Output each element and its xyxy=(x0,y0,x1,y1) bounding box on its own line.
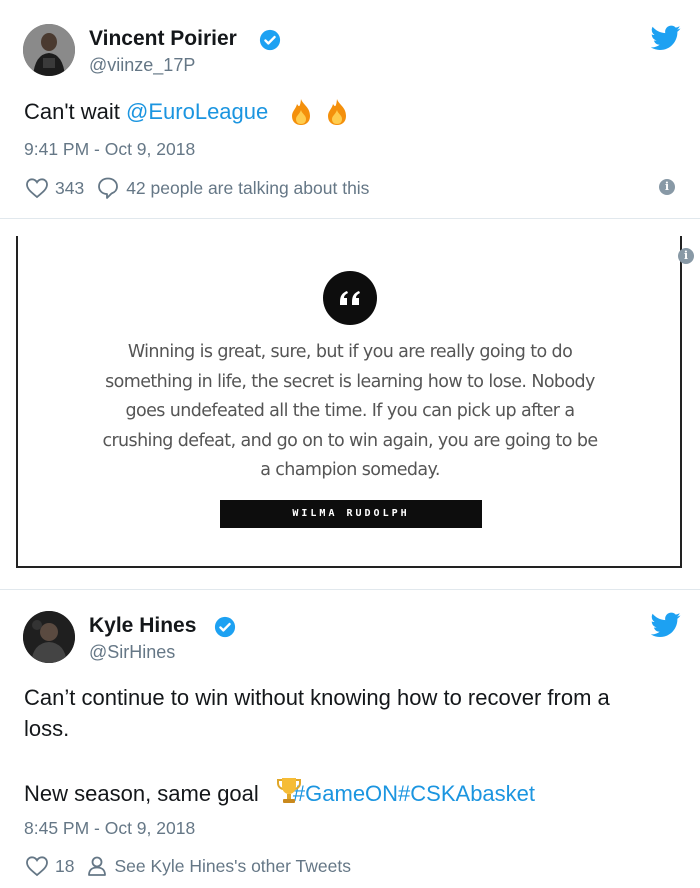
author-name[interactable]: Kyle Hines xyxy=(89,614,196,638)
heart-icon[interactable] xyxy=(25,177,49,199)
tweet-actions: 18 See Kyle Hines's other Tweets xyxy=(25,855,351,877)
reply-bubble-icon[interactable] xyxy=(96,176,120,200)
heart-icon[interactable] xyxy=(25,855,49,877)
like-count: 18 xyxy=(55,855,75,876)
mention-link[interactable]: @EuroLeague xyxy=(126,99,268,124)
divider xyxy=(0,218,700,219)
hashtag-links[interactable]: #GameON#CSKAbasket xyxy=(293,781,535,806)
author-handle[interactable]: @SirHines xyxy=(89,642,175,663)
divider xyxy=(0,589,700,590)
avatar[interactable] xyxy=(23,611,75,663)
quote-line: a champion someday. xyxy=(260,460,440,481)
like-count: 343 xyxy=(55,177,85,198)
twitter-bird-icon[interactable] xyxy=(651,612,681,638)
quote-author-bar: WILMA RUDOLPH xyxy=(220,500,482,528)
fire-emoji-icon xyxy=(328,99,346,125)
author-handle[interactable]: @viinze_17P xyxy=(89,55,195,76)
tweet-timestamp[interactable]: 9:41 PM - Oct 9, 2018 xyxy=(24,139,195,160)
quote-line: crushing defeat, and go on to win again,… xyxy=(102,430,598,451)
quote-line: something in life, the secret is learnin… xyxy=(105,371,595,392)
person-icon[interactable] xyxy=(86,855,108,877)
see-other-tweets-link[interactable]: See Kyle Hines's other Tweets xyxy=(114,856,350,877)
avatar[interactable] xyxy=(23,24,75,76)
tweet-text-prefix: Can't wait xyxy=(24,99,127,124)
tweet-text-line: Can’t continue to win without knowing ho… xyxy=(24,685,610,710)
twitter-bird-icon[interactable] xyxy=(651,25,681,51)
verified-badge-icon xyxy=(214,616,236,638)
tweet-actions: 343 42 people are talking about this xyxy=(25,176,369,200)
verified-badge-icon xyxy=(259,29,281,51)
tweet-text: Can't wait @EuroLeague xyxy=(24,96,268,127)
quote-line: goes undefeated all the time. If you can… xyxy=(125,401,576,422)
trophy-emoji-icon xyxy=(277,778,301,803)
quote-line: Winning is great, sure, but if you are r… xyxy=(127,342,573,362)
fire-emoji-icon xyxy=(292,99,310,125)
tweet-text-line: loss. xyxy=(24,716,70,741)
info-icon[interactable]: i xyxy=(678,248,694,264)
conversation-count-text[interactable]: 42 people are talking about this xyxy=(126,178,369,199)
tweet-timestamp[interactable]: 8:45 PM - Oct 9, 2018 xyxy=(24,818,195,839)
tweet-text-prefix: New season, same goal xyxy=(24,781,265,806)
quote-text: Winning is great, sure, but if you are r… xyxy=(40,338,660,486)
tweet-text: Can’t continue to win without knowing ho… xyxy=(24,682,674,744)
author-name[interactable]: Vincent Poirier xyxy=(89,27,237,51)
quote-marks-icon xyxy=(323,271,377,325)
info-icon[interactable]: i xyxy=(659,179,675,195)
